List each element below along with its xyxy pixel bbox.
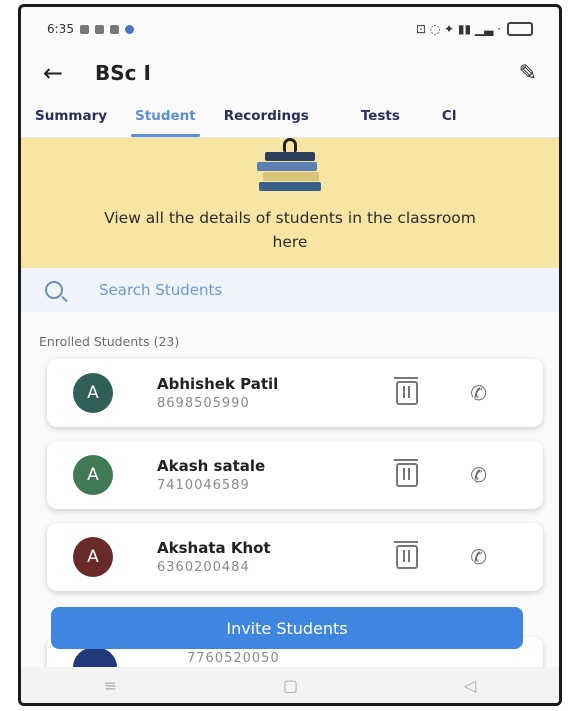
tab-summary[interactable]: Summary xyxy=(21,95,121,137)
search-input[interactable] xyxy=(97,280,461,300)
info-banner: View all the details of students in the … xyxy=(21,138,559,268)
student-name: Abhishek Patil xyxy=(157,375,279,393)
status-bar: 6:35 ⊡ ◌ ✦ ▮▮ ▁▃ · xyxy=(21,7,559,51)
search-icon xyxy=(45,281,63,299)
edit-pencil-icon[interactable]: ✎ xyxy=(519,61,537,86)
tab-bar: Summary Student Recordings Tests Cl xyxy=(21,95,559,138)
student-name: Akshata Khot xyxy=(157,539,271,557)
enrolled-count-label: Enrolled Students (23) xyxy=(39,334,180,349)
phone-screen: 6:35 ⊡ ◌ ✦ ▮▮ ▁▃ · ← BSc I ✎ Summary Stu… xyxy=(18,4,562,706)
student-phone: 7760520050 xyxy=(187,651,280,666)
system-nav-bar: ≡ ▢ ◁ xyxy=(21,667,559,703)
back-nav-icon[interactable]: ◁ xyxy=(464,676,476,695)
notification-icon xyxy=(124,24,134,34)
invite-students-button[interactable]: Invite Students xyxy=(51,607,523,649)
tab-classes-partial[interactable]: Cl xyxy=(414,95,471,137)
tab-tests[interactable]: Tests xyxy=(323,95,414,137)
student-phone: 6360200484 xyxy=(157,560,250,575)
banner-text: View all the details of students in the … xyxy=(104,209,476,251)
student-phone: 8698505990 xyxy=(157,396,250,411)
menu-nav-icon[interactable]: ≡ xyxy=(104,676,117,695)
delete-icon[interactable] xyxy=(394,459,419,487)
status-icons: ⊡ ◌ ✦ ▮▮ ▁▃ · xyxy=(415,22,501,36)
avatar: A xyxy=(73,455,113,495)
app-bar: ← BSc I ✎ xyxy=(21,51,559,95)
avatar: A xyxy=(73,373,113,413)
delete-icon[interactable] xyxy=(394,541,419,569)
student-card[interactable]: A Akash satale 7410046589 ✆ xyxy=(47,441,543,509)
notification-icon xyxy=(94,24,104,34)
tab-recordings[interactable]: Recordings xyxy=(210,95,323,137)
notification-icon xyxy=(79,24,89,34)
student-phone: 7410046589 xyxy=(157,478,250,493)
home-nav-icon[interactable]: ▢ xyxy=(283,676,298,695)
battery-icon xyxy=(507,22,533,36)
back-arrow-icon[interactable]: ← xyxy=(43,59,95,87)
delete-icon[interactable] xyxy=(394,377,419,405)
student-name: Akash satale xyxy=(157,457,266,475)
avatar: A xyxy=(73,537,113,577)
phone-call-icon[interactable]: ✆ xyxy=(470,545,487,569)
student-card[interactable]: A Akshata Khot 6360200484 ✆ xyxy=(47,523,543,591)
books-illustration-icon xyxy=(255,138,325,192)
phone-call-icon[interactable]: ✆ xyxy=(470,381,487,405)
notification-icon xyxy=(109,24,119,34)
tab-student[interactable]: Student xyxy=(121,95,210,137)
phone-call-icon[interactable]: ✆ xyxy=(470,463,487,487)
page-title: BSc I xyxy=(95,61,151,85)
status-time: 6:35 xyxy=(47,22,74,36)
student-card[interactable]: A Abhishek Patil 8698505990 ✆ xyxy=(47,359,543,427)
search-bar xyxy=(21,268,559,312)
